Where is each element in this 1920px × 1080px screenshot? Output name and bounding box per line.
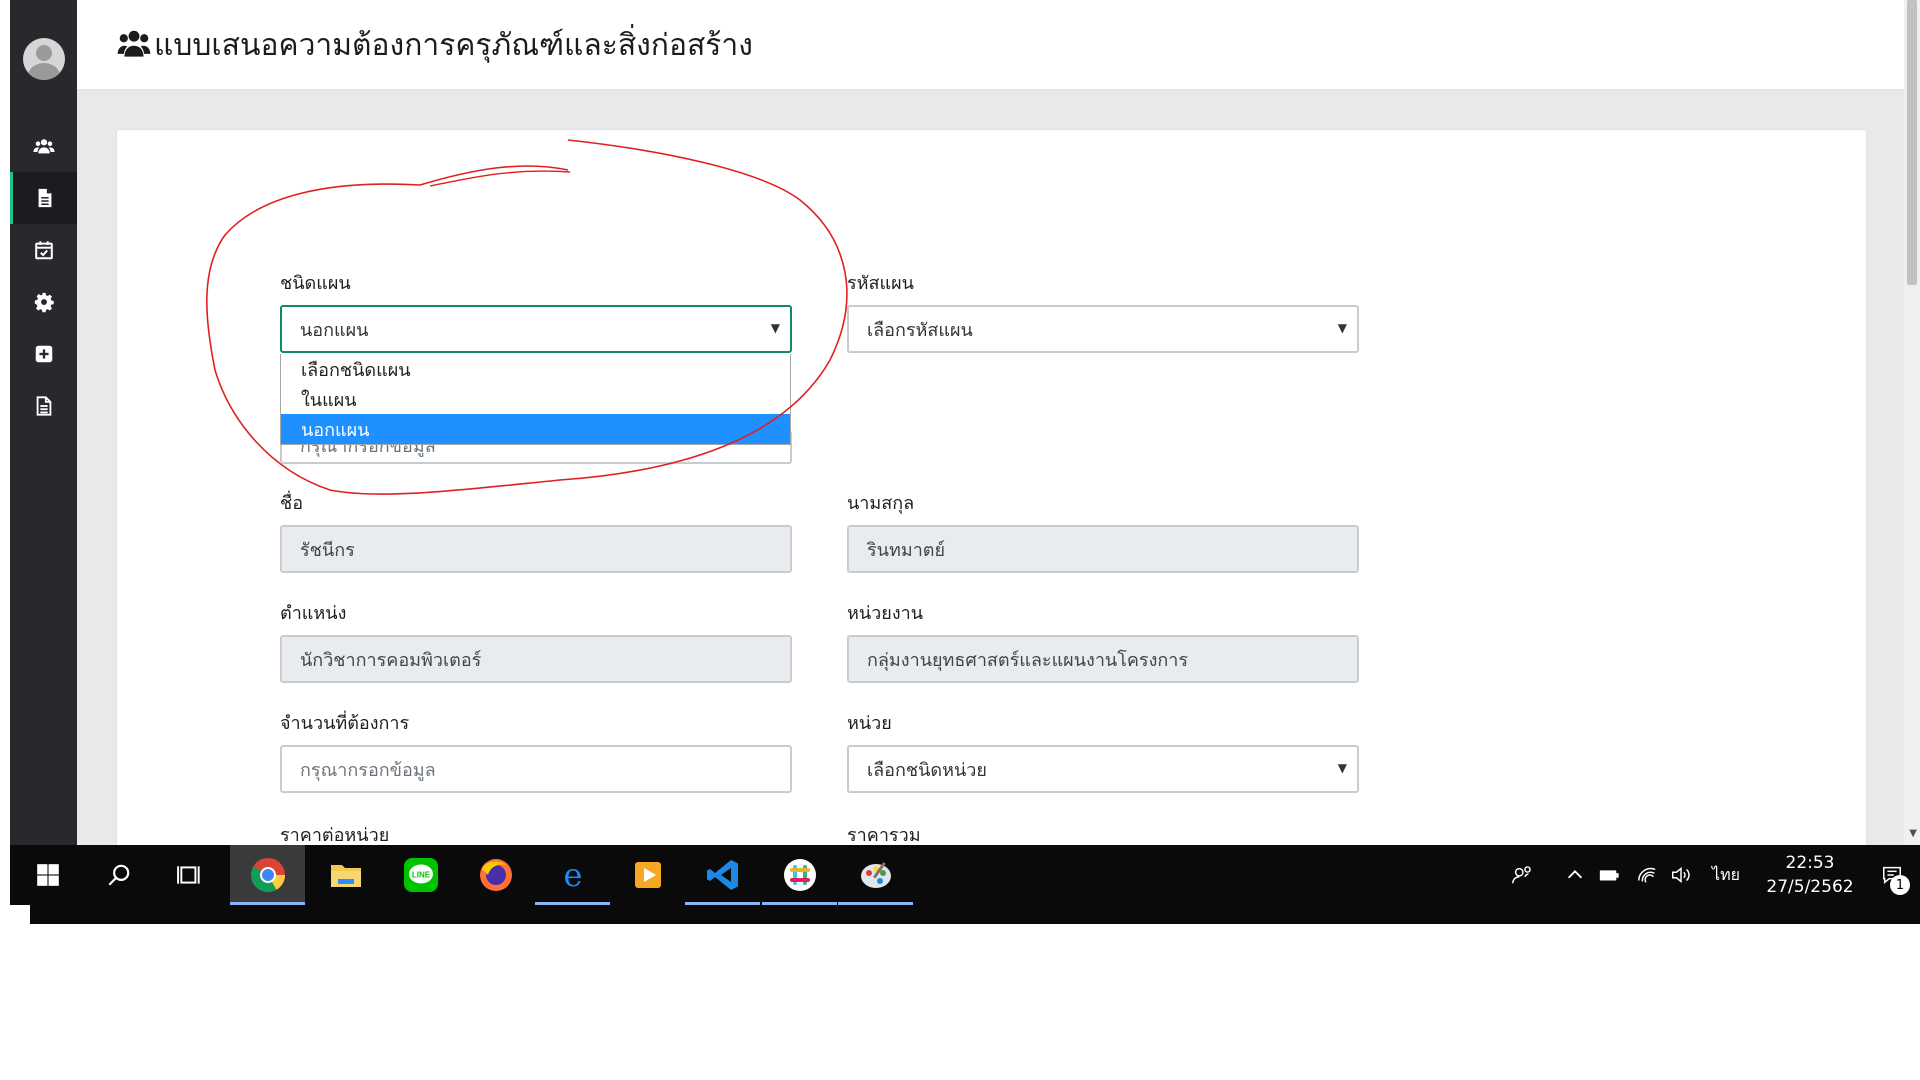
- last-name-field[interactable]: รินทมาตย์: [847, 525, 1359, 573]
- tray-action-center[interactable]: [1872, 845, 1912, 905]
- folder-icon: [330, 865, 361, 887]
- windows-icon: [36, 864, 59, 886]
- plus-square-icon: [35, 345, 52, 363]
- sidebar: [10, 0, 77, 845]
- search-icon: [107, 864, 129, 886]
- unit-value: เลือกชนิดหน่วย: [867, 759, 987, 781]
- gear-icon: [34, 292, 54, 313]
- plan-type-option[interactable]: เลือกชนิดแผน: [281, 354, 790, 384]
- vscode-icon: [706, 860, 738, 890]
- task-view-button[interactable]: [152, 845, 227, 905]
- tray-volume[interactable]: [1664, 845, 1698, 905]
- department-value: กลุ่มงานยุทธศาสตร์และแผนงานโครงการ: [867, 649, 1189, 671]
- first-name-label: ชื่อ: [280, 493, 304, 514]
- form-card: ชนิดแผน นอกแผน ▼ รหัสแผน เลือกรหัสแผน ▼ …: [117, 130, 1866, 845]
- taskbar: LINE e ไทย 22:53 27/5/2562 1: [10, 845, 1920, 905]
- people-icon: [1512, 866, 1531, 884]
- plan-type-label: ชนิดแผน: [280, 273, 351, 294]
- slack-icon: [783, 859, 816, 891]
- battery-icon: [1599, 870, 1619, 881]
- first-name-value: รัชนีกร: [300, 539, 355, 561]
- unit-price-label: ราคาต่อหน่วย: [280, 825, 390, 845]
- browser-viewport: แบบเสนอความต้องการครุภัณฑ์และสิ่งก่อสร้า…: [10, 0, 1920, 845]
- position-field[interactable]: นักวิชาการคอมพิวเตอร์: [280, 635, 792, 683]
- page-scrollbar[interactable]: ▼: [1904, 0, 1920, 845]
- speaker-icon: [1672, 867, 1690, 883]
- sidebar-item-users[interactable]: [10, 120, 77, 172]
- sidebar-item-add[interactable]: [10, 328, 77, 380]
- clock-date: 27/5/2562: [1766, 877, 1854, 897]
- line-icon: LINE: [403, 858, 438, 892]
- users-icon: [117, 30, 151, 57]
- position-value: นักวิชาการคอมพิวเตอร์: [300, 649, 482, 671]
- sidebar-item-settings[interactable]: [10, 276, 77, 328]
- scrollbar-thumb[interactable]: [1907, 0, 1917, 285]
- clock-time: 22:53: [1785, 853, 1835, 873]
- last-name-value: รินทมาตย์: [867, 539, 946, 561]
- file-text-icon: [36, 396, 51, 416]
- department-label: หน่วยงาน: [847, 603, 924, 624]
- plan-type-option[interactable]: ในแผน: [281, 384, 790, 414]
- file-icon: [38, 188, 52, 208]
- tray-wifi[interactable]: [1630, 845, 1664, 905]
- plan-code-select[interactable]: เลือกรหัสแผน ▼: [847, 305, 1359, 353]
- task-view-icon: [176, 866, 200, 884]
- page-title: แบบเสนอความต้องการครุภัณฑ์และสิ่งก่อสร้า…: [154, 28, 753, 63]
- plan-type-value: นอกแผน: [300, 319, 369, 341]
- edge-icon: e: [563, 857, 582, 893]
- chevron-down-icon: ▼: [1337, 761, 1347, 775]
- calendar-check-icon: [34, 241, 53, 260]
- sidebar-item-report[interactable]: [10, 380, 77, 432]
- quantity-label: จำนวนที่ต้องการ: [280, 713, 410, 734]
- svg-text:LINE: LINE: [411, 871, 430, 880]
- start-button[interactable]: [10, 845, 85, 905]
- chevron-down-icon: ▼: [770, 321, 780, 335]
- quantity-input[interactable]: กรุณากรอกข้อมูล: [280, 745, 792, 793]
- plan-type-select[interactable]: นอกแผน ▼: [280, 305, 792, 353]
- wifi-icon: [1638, 867, 1656, 883]
- users-icon: [32, 139, 55, 154]
- sidebar-item-document[interactable]: [10, 172, 77, 224]
- plan-type-option-selected[interactable]: นอกแผน: [281, 414, 790, 444]
- total-price-label: ราคารวม: [847, 825, 921, 845]
- tray-clock[interactable]: 22:53 27/5/2562: [1750, 851, 1870, 899]
- position-label: ตำแหน่ง: [280, 603, 347, 624]
- first-name-field[interactable]: รัชนีกร: [280, 525, 792, 573]
- taskbar-app-vscode[interactable]: [685, 845, 760, 905]
- plan-code-label: รหัสแผน: [847, 273, 914, 294]
- unit-select[interactable]: เลือกชนิดหน่วย ▼: [847, 745, 1359, 793]
- scroll-down-arrow-icon[interactable]: ▼: [1909, 828, 1917, 839]
- taskbar-app-file-explorer[interactable]: [308, 845, 383, 905]
- last-name-label: นามสกุล: [847, 493, 915, 514]
- taskbar-app-chrome[interactable]: [230, 845, 305, 905]
- media-play-icon: [634, 862, 661, 888]
- tray-battery[interactable]: [1592, 845, 1626, 905]
- taskbar-app-media-player[interactable]: [610, 845, 685, 905]
- palette-icon: [860, 862, 891, 888]
- tray-language[interactable]: ไทย: [1704, 845, 1748, 905]
- notification-badge: 1: [1890, 875, 1910, 895]
- taskbar-app-firefox[interactable]: [458, 845, 533, 905]
- quantity-placeholder: กรุณากรอกข้อมูล: [300, 759, 436, 781]
- search-button[interactable]: [81, 845, 156, 905]
- tray-show-hidden[interactable]: [1558, 845, 1592, 905]
- taskbar-app-line[interactable]: LINE: [383, 845, 458, 905]
- chevron-up-icon: [1567, 870, 1583, 879]
- page-header: แบบเสนอความต้องการครุภัณฑ์และสิ่งก่อสร้า…: [77, 0, 1904, 90]
- tray-people[interactable]: [1500, 845, 1544, 905]
- chevron-down-icon: ▼: [1337, 321, 1347, 335]
- avatar[interactable]: [23, 38, 65, 80]
- unit-label: หน่วย: [847, 713, 892, 734]
- chrome-icon: [250, 858, 285, 892]
- language-indicator: ไทย: [1712, 864, 1740, 884]
- taskbar-app-edge[interactable]: e: [535, 845, 610, 905]
- taskbar-app-slack[interactable]: [762, 845, 837, 905]
- sidebar-item-calendar[interactable]: [10, 224, 77, 276]
- firefox-icon: [479, 859, 512, 891]
- plan-type-options: เลือกชนิดแผน ในแผน นอกแผน: [280, 354, 791, 445]
- department-field[interactable]: กลุ่มงานยุทธศาสตร์และแผนงานโครงการ: [847, 635, 1359, 683]
- plan-code-value: เลือกรหัสแผน: [867, 319, 973, 341]
- taskbar-app-paint[interactable]: [838, 845, 913, 905]
- svg-text:e: e: [563, 857, 582, 893]
